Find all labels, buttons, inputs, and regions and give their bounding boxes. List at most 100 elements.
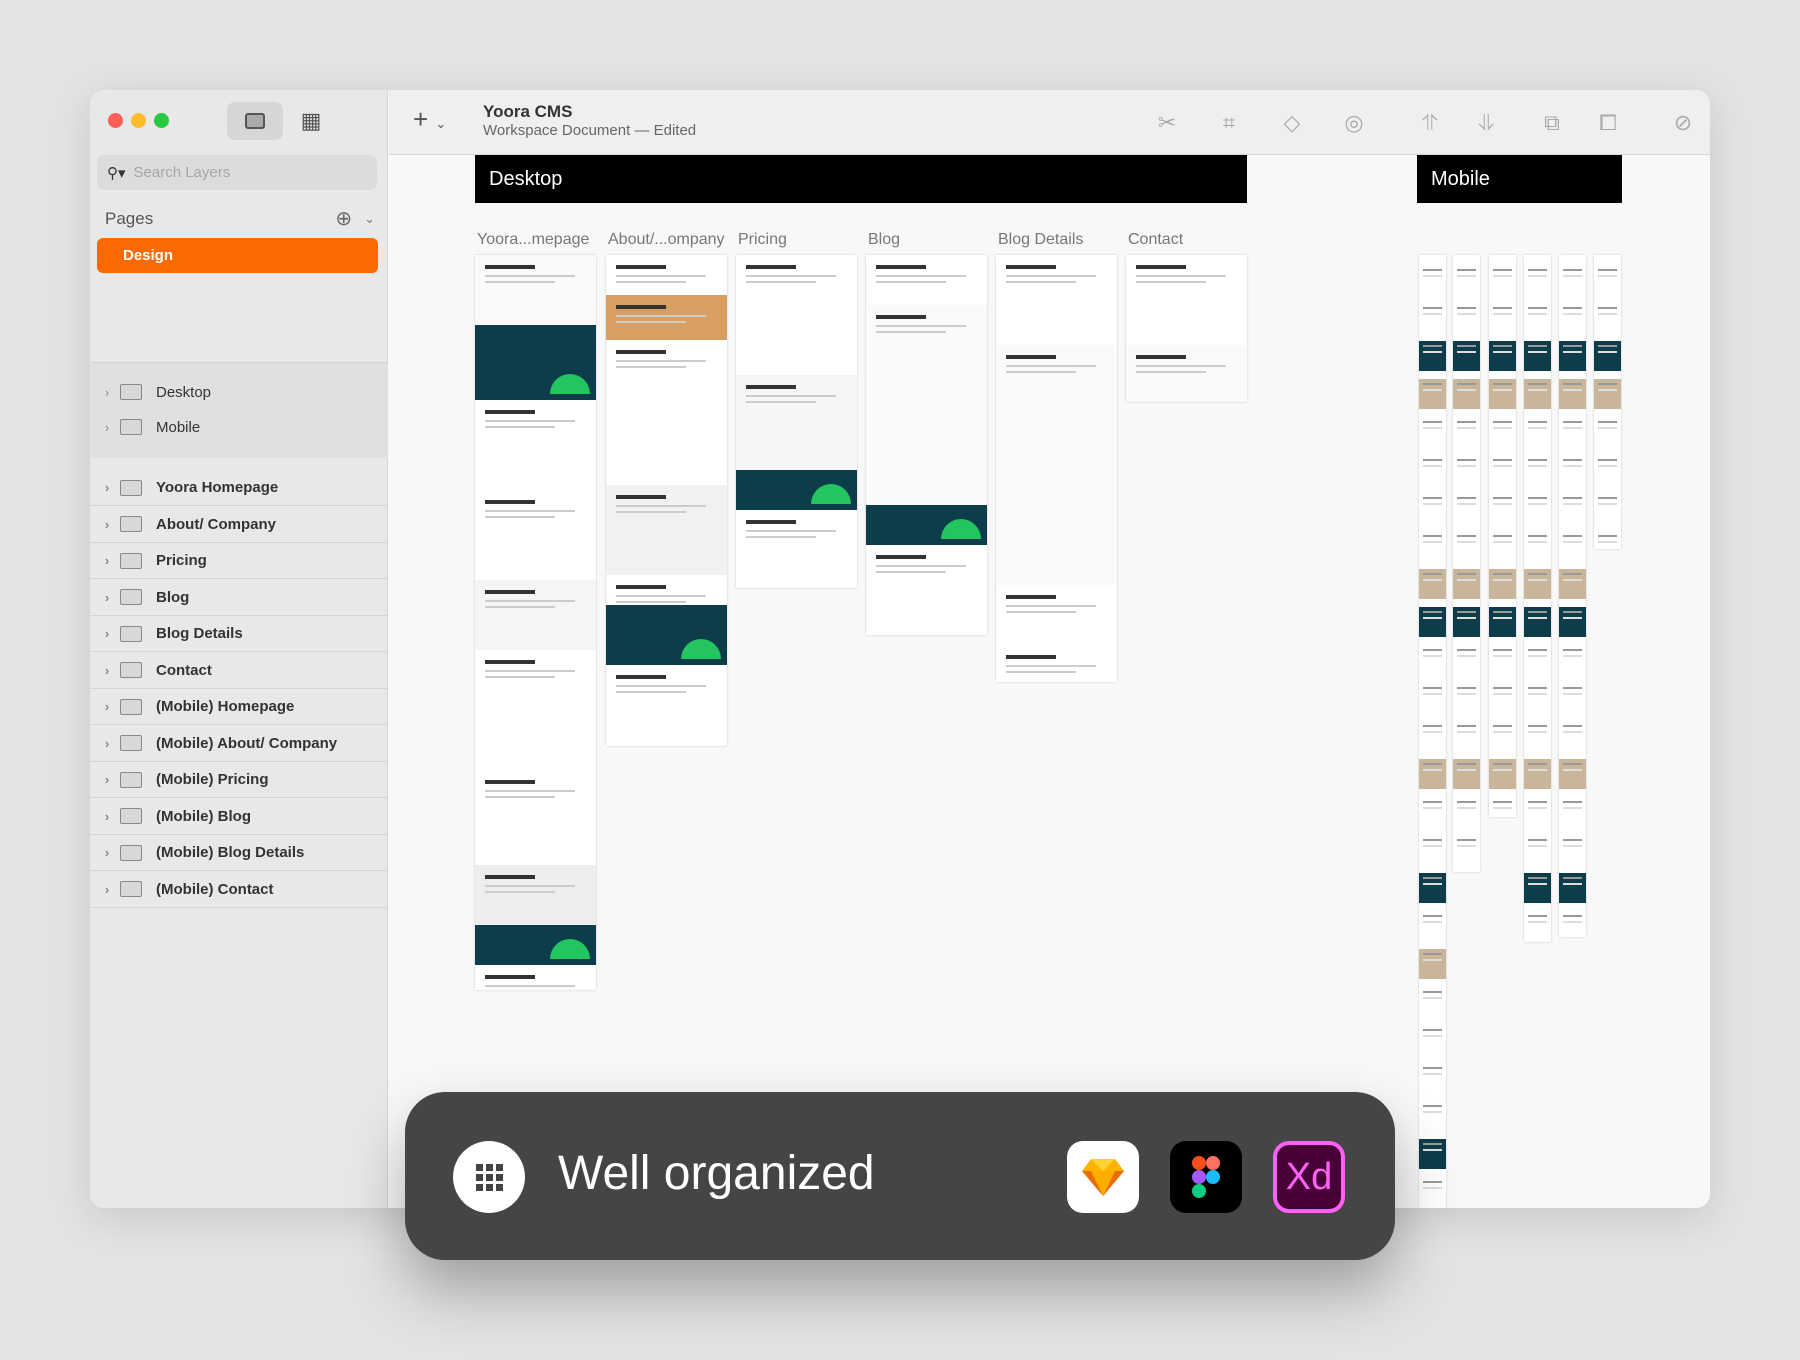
backward-icon[interactable]: ⥥	[1473, 110, 1499, 136]
page-design[interactable]: Design	[97, 238, 378, 273]
artboard-section	[475, 925, 596, 965]
artboard-title[interactable]: Pricing	[738, 231, 787, 249]
layer-artboard[interactable]: › Contact	[90, 653, 388, 689]
chevron-right-icon[interactable]: ›	[90, 809, 120, 824]
artboard-section	[1594, 303, 1621, 333]
chevron-right-icon[interactable]: ›	[90, 517, 120, 532]
mask-icon[interactable]: ◎	[1341, 110, 1367, 136]
chevron-right-icon[interactable]: ›	[90, 553, 120, 568]
artboard-icon	[120, 479, 142, 496]
chevron-right-icon[interactable]: ›	[90, 882, 120, 897]
chevron-down-icon[interactable]: ⌄	[364, 211, 375, 227]
artboard-label: (Mobile) Blog	[156, 807, 251, 825]
artboard-section	[1419, 1101, 1446, 1131]
artboard-section	[1489, 341, 1516, 371]
artboard-title[interactable]: Yoora...mepage	[477, 231, 589, 249]
artboard-thumbnail[interactable]	[475, 255, 596, 990]
artboard-section	[1126, 255, 1247, 345]
chevron-right-icon[interactable]: ›	[90, 845, 120, 860]
artboard-section	[736, 255, 857, 375]
layer-artboard[interactable]: › Blog Details	[90, 616, 388, 652]
chevron-right-icon[interactable]: ›	[90, 590, 120, 605]
mobile-artboard-thumbnail[interactable]	[1559, 255, 1586, 937]
mobile-artboard-thumbnail[interactable]	[1594, 255, 1621, 549]
artboard-icon	[120, 589, 142, 605]
artboard-label: (Mobile) About/ Company	[156, 734, 338, 752]
layer-artboard[interactable]: › (Mobile) Homepage	[90, 689, 388, 725]
scissors-icon[interactable]: ✂	[1154, 110, 1180, 136]
insert-button[interactable]: + ⌄	[413, 104, 446, 135]
artboard-title[interactable]: Blog Details	[998, 231, 1083, 249]
group-desktop[interactable]: › Desktop	[90, 374, 388, 410]
search-input[interactable]: ⚲▾ Search Layers	[97, 155, 377, 190]
artboard-label: (Mobile) Pricing	[156, 771, 269, 788]
layer-artboard[interactable]: › (Mobile) About/ Company	[90, 726, 388, 762]
artboard-section	[1453, 379, 1480, 409]
layer-artboard[interactable]: › (Mobile) Blog Details	[90, 835, 388, 871]
chevron-right-icon[interactable]: ›	[90, 699, 120, 714]
pages-label: Pages	[105, 208, 154, 228]
mobile-artboard-thumbnail[interactable]	[1524, 255, 1551, 942]
chevron-right-icon[interactable]: ›	[90, 772, 120, 787]
group-icon[interactable]: ⧉	[1539, 110, 1565, 136]
grid-view-button[interactable]: ▦	[283, 102, 339, 140]
forward-icon[interactable]: ⥣	[1417, 110, 1443, 136]
layer-artboard[interactable]: › (Mobile) Pricing	[90, 762, 388, 798]
artboard-icon	[120, 808, 142, 824]
artboard-section	[1594, 379, 1621, 409]
artboard-label: Contact	[156, 661, 212, 679]
artboard-section	[1524, 683, 1551, 713]
symbol-icon[interactable]: ◇	[1279, 110, 1305, 136]
chevron-right-icon[interactable]: ›	[90, 385, 120, 400]
canvas[interactable]: Desktop Mobile Yoora...mepage About/...om…	[389, 155, 1710, 1208]
artboard-section	[1559, 645, 1586, 675]
ungroup-icon[interactable]: ⧠	[1595, 110, 1621, 136]
canvas-icon	[245, 113, 265, 129]
mobile-artboard-thumbnail[interactable]	[1419, 255, 1446, 1208]
artboard-section	[1419, 721, 1446, 751]
chevron-right-icon[interactable]: ›	[90, 736, 120, 751]
xd-icon: Xd	[1273, 1141, 1345, 1213]
artboard-thumbnail[interactable]	[606, 255, 727, 746]
mobile-artboard-thumbnail[interactable]	[1453, 255, 1480, 872]
layer-artboard[interactable]: › (Mobile) Contact	[90, 872, 388, 908]
minimize-button[interactable]	[131, 113, 146, 128]
layer-artboard[interactable]: › Pricing	[90, 543, 388, 579]
artboard-icon	[120, 844, 142, 861]
artboard-section	[1453, 797, 1480, 827]
artboard-title[interactable]: Blog	[868, 231, 900, 249]
chevron-right-icon[interactable]: ›	[90, 626, 120, 641]
artboard-thumbnail[interactable]	[736, 255, 857, 588]
artboard-section	[1489, 455, 1516, 485]
close-button[interactable]	[108, 113, 123, 128]
group-mobile[interactable]: › Mobile	[90, 409, 388, 445]
zoom-button[interactable]	[154, 113, 169, 128]
artboard-section	[1559, 797, 1586, 827]
layer-artboard[interactable]: › (Mobile) Blog	[90, 799, 388, 835]
mobile-artboard-thumbnail[interactable]	[1489, 255, 1516, 817]
artboard-thumbnail[interactable]	[1126, 255, 1247, 402]
artboard-section	[1453, 607, 1480, 637]
chevron-right-icon[interactable]: ›	[90, 663, 120, 678]
layer-artboard[interactable]: › Yoora Homepage	[90, 470, 388, 506]
artboard-section	[1524, 835, 1551, 865]
add-page-icon[interactable]: ⊕	[335, 206, 352, 231]
frame-icon[interactable]: ⌗	[1216, 110, 1242, 136]
group-label: Desktop	[156, 383, 212, 401]
layer-artboard[interactable]: › About/ Company	[90, 507, 388, 543]
artboard-section	[1453, 341, 1480, 371]
artboard-thumbnail[interactable]	[996, 255, 1117, 682]
artboard-thumbnail[interactable]	[866, 255, 987, 635]
canvas-view-button[interactable]	[227, 102, 283, 140]
artboard-section	[866, 305, 987, 505]
artboard-section	[1559, 455, 1586, 485]
layer-artboard[interactable]: › Blog	[90, 580, 388, 616]
artboard-icon	[120, 662, 142, 678]
edit-icon[interactable]: ⊘	[1670, 110, 1696, 136]
artboard-label: Pricing	[156, 552, 207, 569]
chevron-right-icon[interactable]: ›	[90, 420, 120, 435]
artboard-title[interactable]: About/...ompany	[608, 231, 725, 249]
artboard-title[interactable]: Contact	[1128, 231, 1183, 249]
artboard-section	[1453, 645, 1480, 675]
chevron-right-icon[interactable]: ›	[90, 480, 120, 495]
